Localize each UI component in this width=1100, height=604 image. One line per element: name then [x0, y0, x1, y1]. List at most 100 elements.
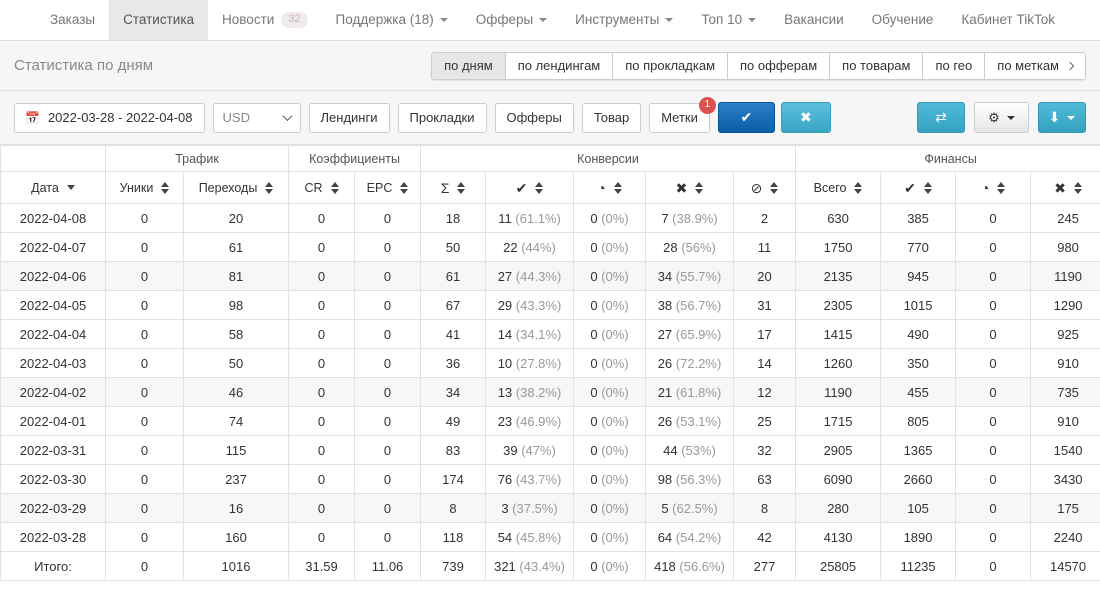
nav-item-7[interactable]: Вакансии: [770, 0, 858, 40]
nav-item-6[interactable]: Топ 10: [687, 0, 770, 40]
sort-toggle-icon[interactable]: [535, 181, 544, 194]
column-header-4[interactable]: EPC: [354, 171, 422, 204]
cell-value: 0: [317, 413, 326, 429]
cell-value: 0: [383, 210, 392, 226]
column-header-label: Уники: [119, 180, 154, 195]
cell-value: 76: [497, 471, 513, 487]
sort-toggle-icon[interactable]: [265, 181, 274, 194]
cell-epc: 0: [354, 464, 422, 494]
cell-fin-hold: 0: [955, 551, 1032, 581]
column-header-9[interactable]: ⊘: [733, 171, 797, 204]
nav-item-5[interactable]: Инструменты: [561, 0, 687, 40]
reset-filters-button[interactable]: ✖: [780, 102, 831, 133]
sort-toggle-icon[interactable]: [923, 181, 932, 194]
column-header-13[interactable]: ✖: [1030, 171, 1100, 204]
cell-cr: 0: [288, 348, 356, 378]
column-header-10[interactable]: Всего: [795, 171, 882, 204]
cell-value: 0: [590, 413, 598, 429]
table-row: 2022-04-02 0 46 0 0 34 13 (38.2%) 0 (0%) 21 (61.…: [0, 377, 1100, 407]
cell-fin-rejected: 1290: [1030, 290, 1100, 320]
cell-percent: (62.5%): [668, 500, 718, 516]
sort-toggle-icon[interactable]: [161, 181, 170, 194]
sort-toggle-icon[interactable]: [613, 181, 622, 194]
nav-item-4[interactable]: Офферы: [462, 0, 561, 40]
column-header-1[interactable]: Уники: [105, 171, 184, 204]
cell-epc: 0: [354, 290, 422, 320]
cell-value: 0: [140, 558, 149, 574]
cell-value: 805: [907, 413, 929, 429]
nav-item-8[interactable]: Обучение: [858, 0, 948, 40]
filter-button-0[interactable]: Лендинги: [308, 102, 390, 133]
report-tab-2[interactable]: по прокладкам: [613, 51, 729, 80]
report-tab-4[interactable]: по товарам: [830, 51, 924, 80]
sort-toggle-icon[interactable]: [695, 181, 704, 194]
cell-value: 12: [757, 384, 772, 400]
cell-value: 2022-03-30: [19, 471, 87, 487]
cell-conv-trash: 277: [733, 551, 797, 581]
cell-value: 0: [383, 384, 392, 400]
filter-button-1[interactable]: Прокладки: [397, 102, 487, 133]
cell-conv-approved: 23 (46.9%): [485, 406, 575, 436]
nav-item-2[interactable]: Новости 32: [208, 0, 322, 40]
shuffle-columns-button[interactable]: ⇄: [917, 102, 965, 133]
column-header-5[interactable]: Σ: [420, 171, 487, 204]
nav-item-9[interactable]: Кабинет TikTok: [947, 0, 1069, 40]
report-tab-3[interactable]: по офферам: [728, 51, 831, 80]
cell-value: 14: [757, 355, 772, 371]
report-tab-5[interactable]: по гео: [923, 51, 986, 80]
cell-fin-total: 2135: [795, 261, 882, 291]
cell-value: 0: [989, 500, 997, 516]
cell-percent: (0%): [597, 326, 629, 342]
cell-conv-rejected: 5 (62.5%): [645, 493, 735, 523]
page-title: Статистика по дням: [14, 57, 154, 74]
cell-value: 0: [140, 297, 149, 313]
sort-toggle-icon[interactable]: [770, 181, 779, 194]
cell-percent: (54.2%): [672, 529, 722, 545]
sort-toggle-icon[interactable]: [997, 181, 1006, 194]
report-tab-1[interactable]: по лендингам: [505, 51, 614, 80]
cell-fin-rejected: 1190: [1030, 261, 1100, 291]
cell-value: 4130: [823, 529, 853, 545]
report-tab-0[interactable]: по дням: [431, 51, 506, 80]
nav-item-0[interactable]: Заказы: [36, 0, 109, 40]
cell-fin-approved: 1015: [880, 290, 957, 320]
report-tab-6[interactable]: по меткам: [985, 51, 1086, 80]
cell-conv-hold: 0 (0%): [573, 464, 647, 494]
currency-select[interactable]: USD: [212, 102, 301, 133]
column-header-8[interactable]: ✖: [645, 171, 735, 204]
gear-icon: ⚙: [988, 109, 1000, 125]
cell-fin-approved: 490: [880, 319, 957, 349]
filter-button-2[interactable]: Офферы: [494, 102, 574, 133]
sort-toggle-icon[interactable]: [330, 181, 339, 194]
settings-button[interactable]: ⚙: [974, 102, 1029, 133]
nav-item-3[interactable]: Поддержка (18): [322, 0, 462, 40]
sort-toggle-icon[interactable]: [1073, 181, 1082, 194]
cell-conv-rejected: 64 (54.2%): [645, 522, 735, 552]
column-header-12[interactable]: ◔: [955, 171, 1032, 204]
cell-value: 115: [225, 442, 247, 458]
cell-value: 0: [383, 442, 392, 458]
cell-conv-hold: 0 (0%): [573, 551, 647, 581]
date-range-picker[interactable]: 📅 2022-03-28 - 2022-04-08: [14, 102, 205, 133]
column-header-0[interactable]: Дата: [0, 171, 106, 204]
column-header-6[interactable]: ✔: [485, 171, 575, 204]
filter-button-4[interactable]: Метки 1: [649, 96, 716, 133]
nav-item-1[interactable]: Статистика: [109, 0, 209, 40]
export-button[interactable]: ⬇: [1038, 102, 1086, 133]
cell-value: 2022-04-06: [19, 268, 87, 284]
sort-toggle-icon[interactable]: [854, 181, 863, 194]
cell-fin-approved: 350: [880, 348, 957, 378]
filter-button-3[interactable]: Товар: [581, 102, 642, 133]
sort-toggle-icon[interactable]: [457, 181, 466, 194]
apply-filters-button[interactable]: ✔: [717, 102, 775, 133]
cell-value: 350: [907, 355, 929, 371]
cell-value: 0: [590, 210, 598, 226]
cell-value: 0: [140, 210, 149, 226]
sort-desc-icon[interactable]: [66, 185, 75, 190]
cell-value: 0: [989, 355, 997, 371]
column-header-7[interactable]: ◔: [573, 171, 647, 204]
column-header-2[interactable]: Переходы: [182, 171, 290, 204]
column-header-11[interactable]: ✔: [880, 171, 957, 204]
sort-toggle-icon[interactable]: [400, 181, 409, 194]
column-header-3[interactable]: CR: [288, 171, 356, 204]
